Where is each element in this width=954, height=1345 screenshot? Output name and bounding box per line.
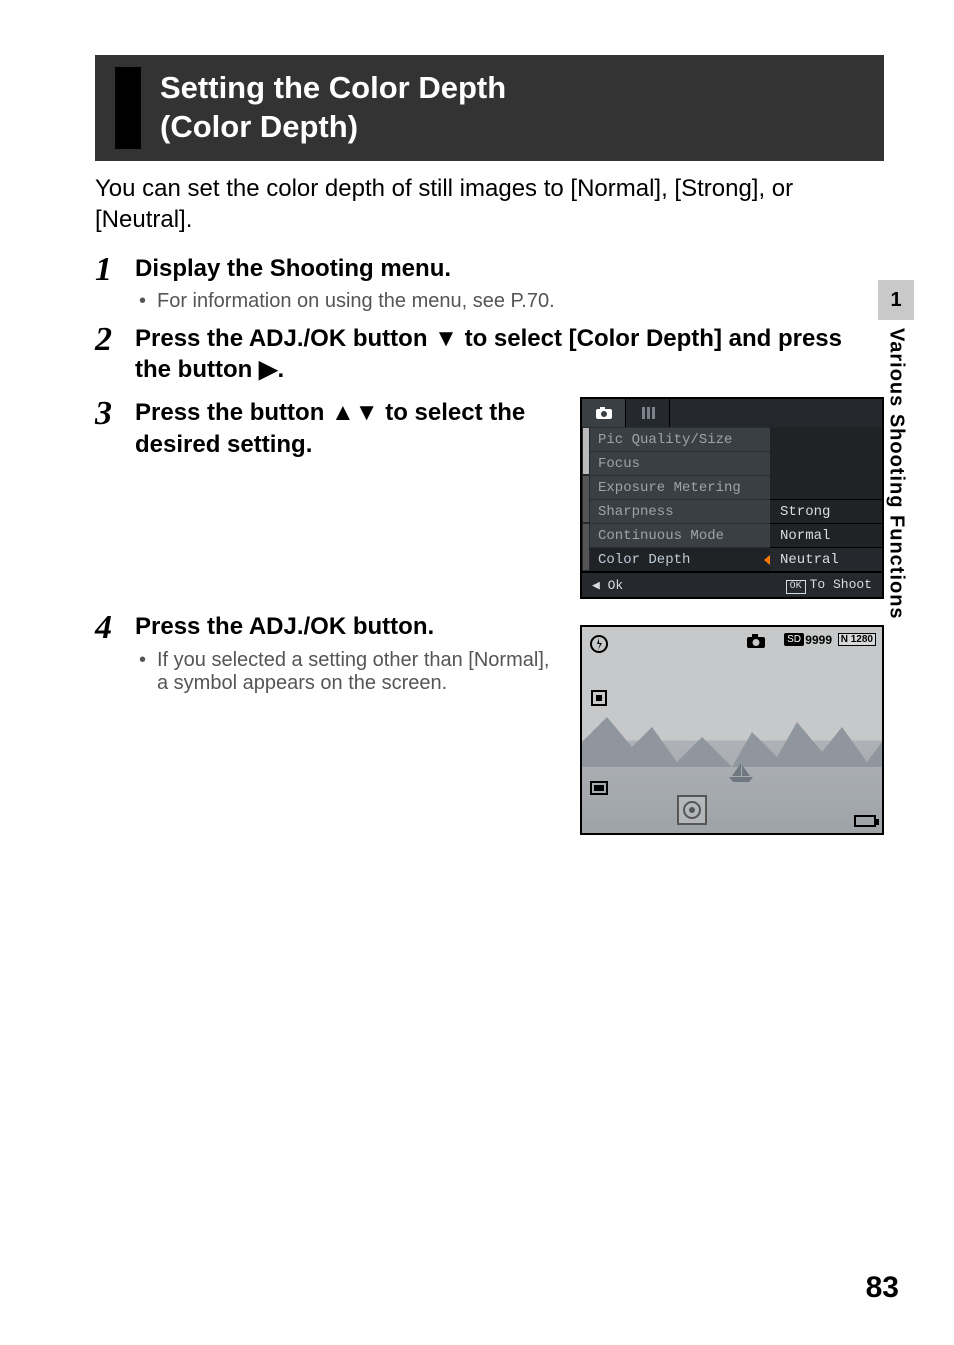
manual-page: Setting the Color Depth (Color Depth) Yo… xyxy=(0,0,954,1345)
step-3-title: Press the button ▲▼ to select the desire… xyxy=(135,397,562,459)
step-2: 2 Press the ADJ./OK button ▼ to select [… xyxy=(95,323,884,385)
updown-arrow-icon: ▲▼ xyxy=(331,399,379,426)
camera-menu-screenshot: Pic Quality/Size Focus Exposure Metering… xyxy=(580,397,884,599)
step-body: Press the ADJ./OK button ▼ to select [Co… xyxy=(135,323,884,385)
menu-item: Exposure Metering xyxy=(590,475,770,499)
menu-footer: ◀ Ok OK To Shoot xyxy=(582,571,882,597)
step-number: 2 xyxy=(95,323,135,357)
step-3-row: 3 Press the button ▲▼ to select the desi… xyxy=(95,397,884,599)
section-intro: You can set the color depth of still ima… xyxy=(95,173,884,235)
step-1-note: For information on using the menu, see P… xyxy=(157,290,884,313)
iso-icon xyxy=(588,777,610,799)
step-body: Display the Shooting menu. For informati… xyxy=(135,253,884,313)
step-1-title: Display the Shooting menu. xyxy=(135,253,884,284)
ok-chip: OK xyxy=(786,580,806,594)
menu-options: Strong Normal Neutral xyxy=(770,427,882,571)
menu-option: Strong xyxy=(770,499,882,523)
camera-liveview-screenshot: SD 9999 N 1280 xyxy=(580,625,884,835)
step-4-row: 4 Press the ADJ./OK button. If you selec… xyxy=(95,611,884,835)
scrollbar-segment xyxy=(583,524,589,570)
text: Press the button xyxy=(135,399,331,426)
step-4: 4 Press the ADJ./OK button. If you selec… xyxy=(95,611,562,694)
color-depth-indicator-icon xyxy=(677,795,707,825)
focus-mode-icon xyxy=(588,687,610,709)
camera-tab-icon xyxy=(582,399,626,427)
menu-list: Pic Quality/Size Focus Exposure Metering… xyxy=(590,427,770,571)
step-number: 1 xyxy=(95,253,135,287)
menu-footer-right: OK To Shoot xyxy=(786,577,872,594)
down-arrow-icon: ▼ xyxy=(434,325,458,352)
camera-mode-icon xyxy=(746,633,766,654)
chapter-side-tab: 1 Various Shooting Functions xyxy=(878,280,914,620)
step-2-title: Press the ADJ./OK button ▼ to select [Co… xyxy=(135,323,884,385)
menu-item: Pic Quality/Size xyxy=(590,427,770,451)
chapter-label: Various Shooting Functions xyxy=(885,328,908,620)
scrollbar-segment xyxy=(583,428,589,474)
setup-tab-icon xyxy=(626,399,670,427)
shots-remaining: 9999 xyxy=(805,633,832,647)
boat-icon xyxy=(727,761,755,788)
menu-item: Focus xyxy=(590,451,770,475)
menu-item: Continuous Mode xyxy=(590,523,770,547)
page-number: 83 xyxy=(866,1271,899,1305)
menu-item: Sharpness xyxy=(590,499,770,523)
text: Press the ADJ./OK button xyxy=(135,325,434,352)
step-number: 4 xyxy=(95,611,135,645)
menu-option-highlight: Neutral xyxy=(770,547,882,571)
sd-card-icon: SD xyxy=(784,633,804,646)
menu-item-selected: Color Depth xyxy=(590,547,770,571)
step-4-note: If you selected a setting other than [No… xyxy=(157,649,562,695)
step-body: Press the ADJ./OK button. If you selecte… xyxy=(135,611,562,694)
menu-tabs xyxy=(582,399,882,427)
scrollbar-segment xyxy=(583,476,589,522)
text: To Shoot xyxy=(810,577,872,592)
text: . xyxy=(277,356,284,383)
menu-body: Pic Quality/Size Focus Exposure Metering… xyxy=(582,427,882,571)
section-title-line1: Setting the Color Depth xyxy=(160,69,864,108)
step-number: 3 xyxy=(95,397,135,431)
right-arrow-icon: ▶ xyxy=(259,356,277,383)
step-1: 1 Display the Shooting menu. For informa… xyxy=(95,253,884,313)
chapter-number: 1 xyxy=(878,280,914,320)
menu-scrollbar xyxy=(582,427,590,571)
image-size-indicator: N 1280 xyxy=(838,633,876,646)
step-3: 3 Press the button ▲▼ to select the desi… xyxy=(95,397,562,459)
landscape-illustration xyxy=(582,707,882,767)
spacer xyxy=(770,427,882,499)
battery-icon xyxy=(854,815,876,827)
flash-mode-icon xyxy=(588,633,610,655)
menu-option: Normal xyxy=(770,523,882,547)
section-header: Setting the Color Depth (Color Depth) xyxy=(95,55,884,161)
step-body: Press the button ▲▼ to select the desire… xyxy=(135,397,562,459)
section-title-line2: (Color Depth) xyxy=(160,108,864,147)
menu-footer-left: ◀ Ok xyxy=(592,578,623,593)
step-4-title: Press the ADJ./OK button. xyxy=(135,611,562,642)
